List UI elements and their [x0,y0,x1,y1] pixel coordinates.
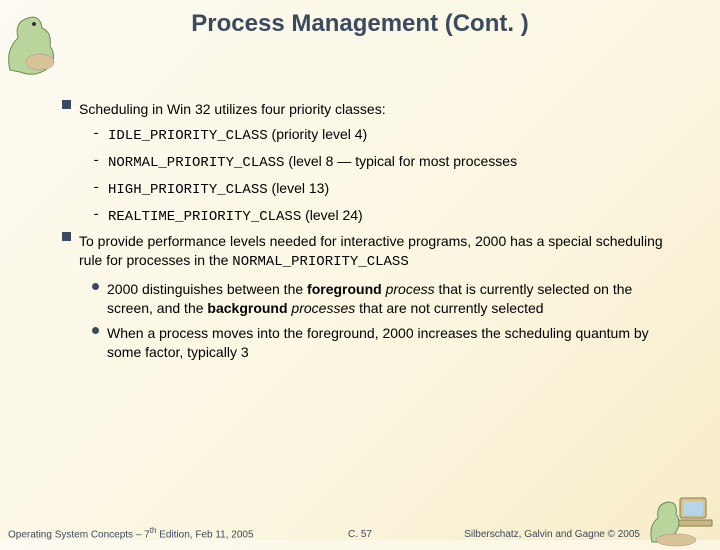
bullet-level2: - REALTIME_PRIORITY_CLASS (level 24) [92,206,680,227]
bullet-level2: - IDLE_PRIORITY_CLASS (priority level 4) [92,125,680,146]
bullet-text: NORMAL_PRIORITY_CLASS (level 8 — typical… [108,152,517,173]
dash-bullet-icon: - [92,179,98,200]
bullet-level3: 2000 distinguishes between the foregroun… [92,280,680,318]
dash-bullet-icon: - [92,206,98,227]
bullet-text: When a process moves into the foreground… [107,324,680,362]
bullet-text: IDLE_PRIORITY_CLASS (priority level 4) [108,125,367,146]
slide-title: Process Management (Cont. ) [0,10,720,38]
slide-footer: Operating System Concepts – 7th Edition,… [0,522,720,546]
logo-dinosaur-top [0,10,68,80]
footer-copyright: Silberschatz, Galvin and Gagne © 2005 [464,529,640,540]
bullet-text: Scheduling in Win 32 utilizes four prior… [79,100,386,119]
dot-bullet-icon [92,283,99,290]
square-bullet-icon [62,232,71,241]
dash-bullet-icon: - [92,152,98,173]
bullet-level1: To provide performance levels needed for… [62,232,680,272]
bullet-text: 2000 distinguishes between the foregroun… [107,280,680,318]
bullet-text: HIGH_PRIORITY_CLASS (level 13) [108,179,329,200]
bullet-text: To provide performance levels needed for… [79,232,680,272]
dot-bullet-icon [92,327,99,334]
dash-bullet-icon: - [92,125,98,146]
bullet-level3: When a process moves into the foreground… [92,324,680,362]
bullet-level1: Scheduling in Win 32 utilizes four prior… [62,100,680,119]
slide-body: Scheduling in Win 32 utilizes four prior… [62,100,680,368]
bullet-level2: - HIGH_PRIORITY_CLASS (level 13) [92,179,680,200]
bullet-text: REALTIME_PRIORITY_CLASS (level 24) [108,206,363,227]
square-bullet-icon [62,100,71,109]
bullet-level2: - NORMAL_PRIORITY_CLASS (level 8 — typic… [92,152,680,173]
